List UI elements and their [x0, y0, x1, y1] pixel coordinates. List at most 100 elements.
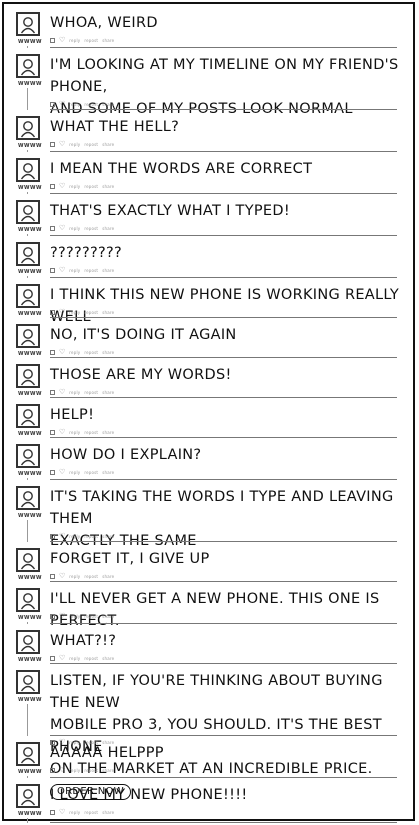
reply-icon[interactable] — [50, 533, 55, 539]
meta-reply[interactable]: reply — [69, 350, 80, 355]
meta-share[interactable]: share — [102, 38, 114, 43]
reply-icon[interactable] — [50, 141, 55, 147]
meta-repost[interactable]: repost — [84, 226, 98, 231]
heart-icon[interactable]: ♡ — [59, 532, 65, 540]
heart-icon[interactable]: ♡ — [59, 654, 65, 662]
meta-reply[interactable]: reply — [69, 142, 80, 147]
meta-reply[interactable]: reply — [69, 768, 80, 773]
reply-icon[interactable] — [50, 267, 55, 273]
heart-icon[interactable]: ♡ — [59, 266, 65, 274]
meta-reply[interactable]: reply — [69, 390, 80, 395]
avatar[interactable] — [16, 54, 40, 78]
meta-reply[interactable]: reply — [69, 614, 80, 619]
meta-share[interactable]: share — [102, 656, 114, 661]
meta-repost[interactable]: repost — [84, 574, 98, 579]
avatar[interactable] — [16, 324, 40, 348]
avatar[interactable] — [16, 742, 40, 766]
meta-reply[interactable]: reply — [69, 430, 80, 435]
meta-share[interactable]: share — [102, 768, 114, 773]
reply-icon[interactable] — [50, 573, 55, 579]
avatar[interactable] — [16, 242, 40, 266]
meta-share[interactable]: share — [102, 226, 114, 231]
avatar[interactable] — [16, 158, 40, 182]
reply-icon[interactable] — [50, 349, 55, 355]
reply-icon[interactable] — [50, 469, 55, 475]
heart-icon[interactable]: ♡ — [59, 808, 65, 816]
heart-icon[interactable]: ♡ — [59, 182, 65, 190]
reply-icon[interactable] — [50, 37, 55, 43]
meta-reply[interactable]: reply — [69, 656, 80, 661]
meta-share[interactable]: share — [102, 350, 114, 355]
heart-icon[interactable]: ♡ — [59, 140, 65, 148]
meta-share[interactable]: share — [102, 810, 114, 815]
meta-repost[interactable]: repost — [84, 142, 98, 147]
meta-share[interactable]: share — [102, 430, 114, 435]
reply-icon[interactable] — [50, 655, 55, 661]
avatar[interactable] — [16, 12, 40, 36]
avatar[interactable] — [16, 364, 40, 388]
heart-icon[interactable]: ♡ — [59, 766, 65, 774]
meta-share[interactable]: share — [102, 268, 114, 273]
meta-reply[interactable]: reply — [69, 102, 80, 107]
avatar[interactable] — [16, 670, 40, 694]
heart-icon[interactable]: ♡ — [59, 100, 65, 108]
meta-repost[interactable]: repost — [84, 614, 98, 619]
heart-icon[interactable]: ♡ — [59, 612, 65, 620]
avatar[interactable] — [16, 404, 40, 428]
reply-icon[interactable] — [50, 809, 55, 815]
heart-icon[interactable]: ♡ — [59, 36, 65, 44]
reply-icon[interactable] — [50, 225, 55, 231]
heart-icon[interactable]: ♡ — [59, 224, 65, 232]
meta-repost[interactable]: repost — [84, 534, 98, 539]
avatar[interactable] — [16, 284, 40, 308]
avatar[interactable] — [16, 630, 40, 654]
meta-share[interactable]: share — [102, 574, 114, 579]
meta-share[interactable]: share — [102, 534, 114, 539]
meta-reply[interactable]: reply — [69, 470, 80, 475]
heart-icon[interactable]: ♡ — [59, 428, 65, 436]
meta-reply[interactable]: reply — [69, 574, 80, 579]
meta-repost[interactable]: repost — [84, 268, 98, 273]
meta-repost[interactable]: repost — [84, 310, 98, 315]
meta-reply[interactable]: reply — [69, 268, 80, 273]
meta-repost[interactable]: repost — [84, 38, 98, 43]
meta-share[interactable]: share — [102, 310, 114, 315]
avatar[interactable] — [16, 116, 40, 140]
heart-icon[interactable]: ♡ — [59, 308, 65, 316]
meta-repost[interactable]: repost — [84, 430, 98, 435]
reply-icon[interactable] — [50, 613, 55, 619]
avatar[interactable] — [16, 548, 40, 572]
meta-repost[interactable]: repost — [84, 810, 98, 815]
avatar[interactable] — [16, 444, 40, 468]
meta-reply[interactable]: reply — [69, 38, 80, 43]
reply-icon[interactable] — [50, 309, 55, 315]
heart-icon[interactable]: ♡ — [59, 468, 65, 476]
reply-icon[interactable] — [50, 429, 55, 435]
meta-reply[interactable]: reply — [69, 534, 80, 539]
meta-repost[interactable]: repost — [84, 656, 98, 661]
meta-repost[interactable]: repost — [84, 102, 98, 107]
reply-icon[interactable] — [50, 389, 55, 395]
meta-share[interactable]: share — [102, 184, 114, 189]
meta-share[interactable]: share — [102, 614, 114, 619]
avatar[interactable] — [16, 200, 40, 224]
avatar[interactable] — [16, 784, 40, 808]
meta-repost[interactable]: repost — [84, 768, 98, 773]
meta-repost[interactable]: repost — [84, 390, 98, 395]
meta-repost[interactable]: repost — [84, 470, 98, 475]
meta-share[interactable]: share — [102, 102, 114, 107]
heart-icon[interactable]: ♡ — [59, 572, 65, 580]
heart-icon[interactable]: ♡ — [59, 388, 65, 396]
meta-share[interactable]: share — [102, 390, 114, 395]
meta-reply[interactable]: reply — [69, 226, 80, 231]
reply-icon[interactable] — [50, 767, 55, 773]
reply-icon[interactable] — [50, 101, 55, 107]
avatar[interactable] — [16, 486, 40, 510]
meta-share[interactable]: share — [102, 470, 114, 475]
avatar[interactable] — [16, 588, 40, 612]
meta-reply[interactable]: reply — [69, 310, 80, 315]
meta-repost[interactable]: repost — [84, 350, 98, 355]
meta-reply[interactable]: reply — [69, 184, 80, 189]
meta-repost[interactable]: repost — [84, 184, 98, 189]
reply-icon[interactable] — [50, 183, 55, 189]
